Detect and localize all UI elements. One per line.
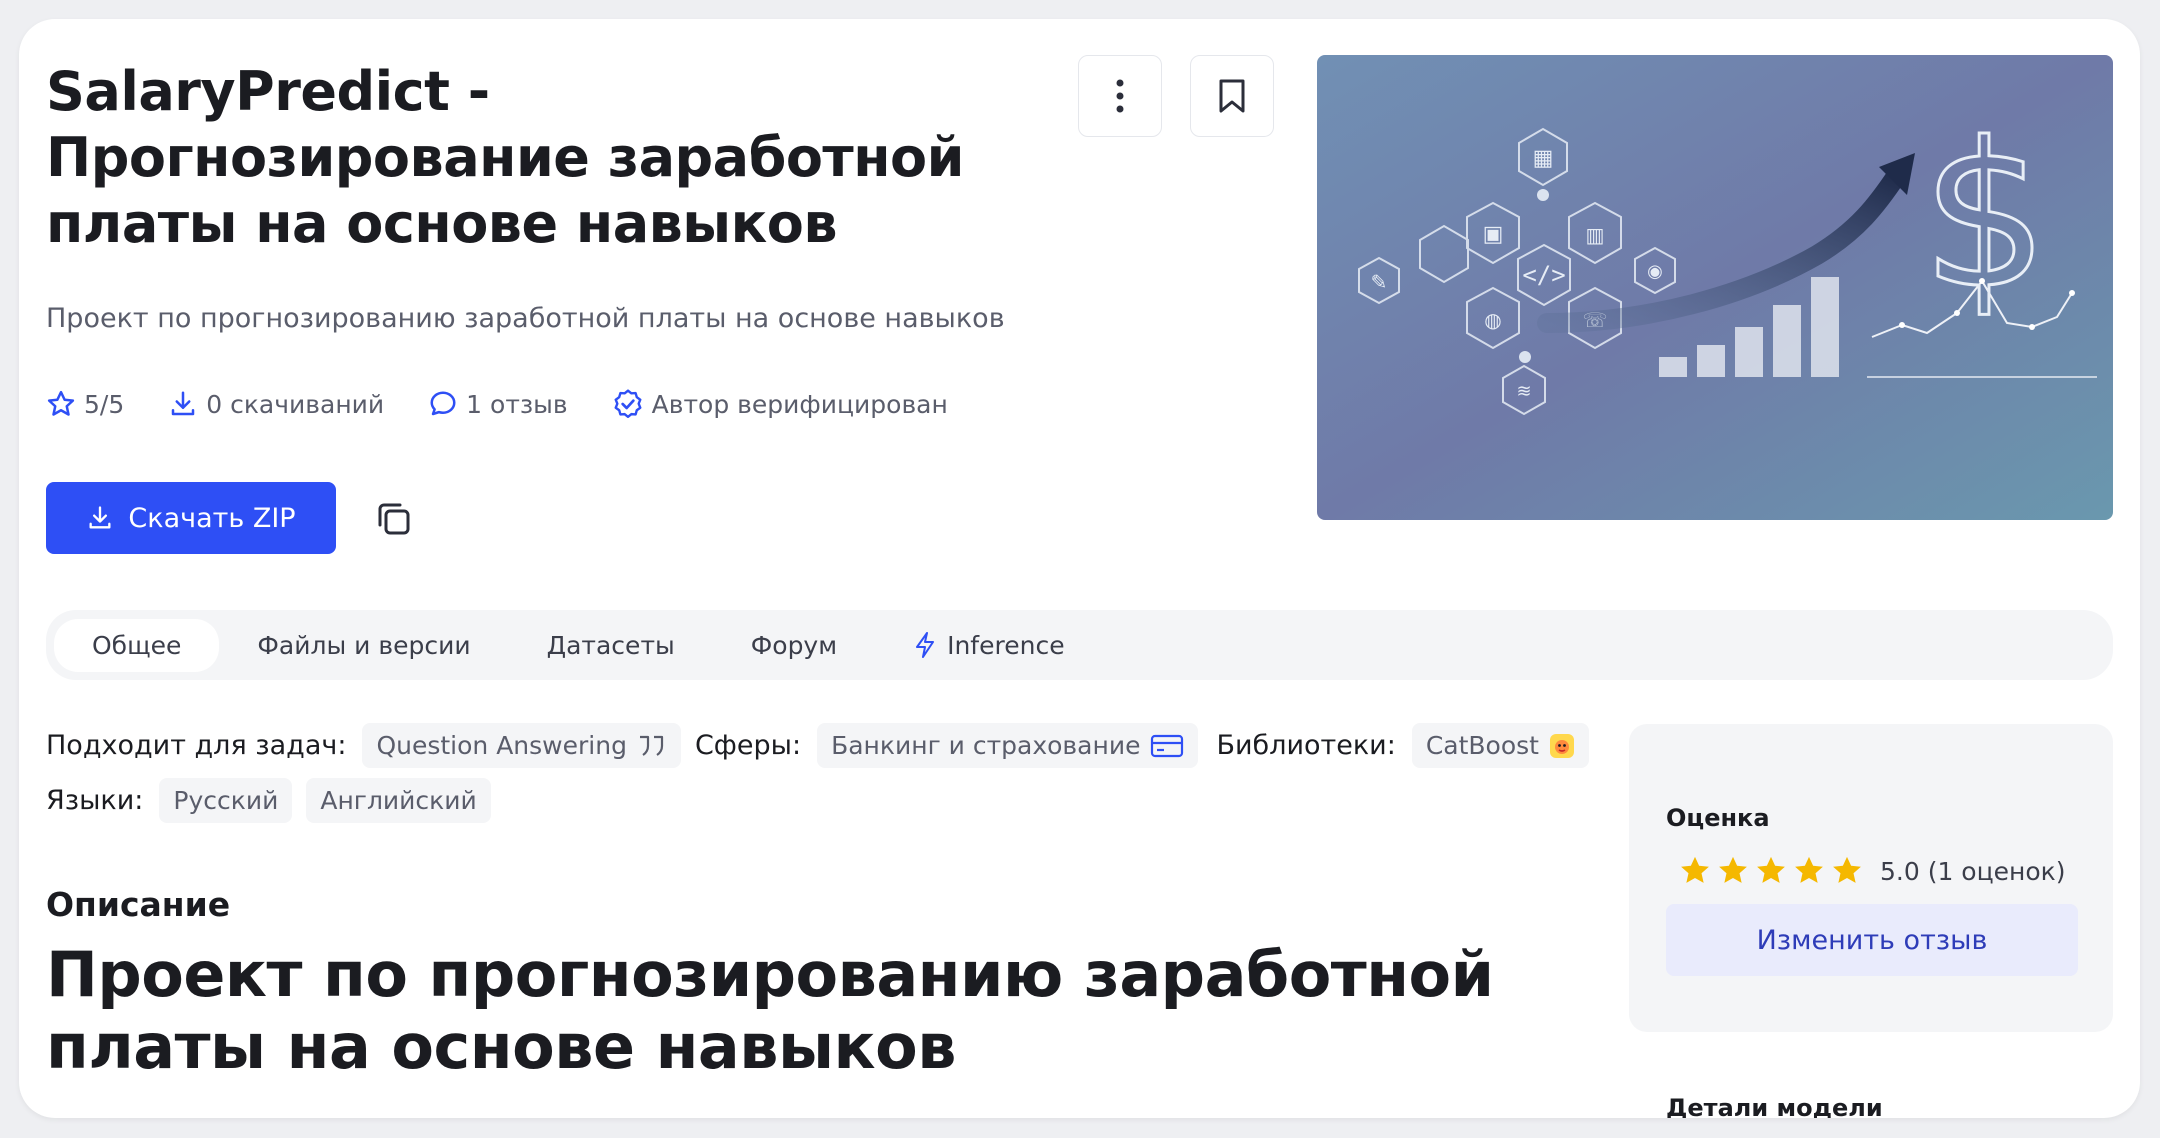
tab-bar: Общее Файлы и версии Датасеты Форум Infe… [46, 610, 2113, 680]
language-chip[interactable]: Английский [306, 778, 491, 823]
rating-panel-title: Оценка [1666, 804, 1770, 832]
model-card: SalaryPredict - Прогнозирование заработн… [19, 19, 2140, 1118]
page-subtitle: Проект по прогнозированию заработной пла… [46, 303, 1005, 334]
rating-panel: Оценка 5.0 (1 оценок) Изменить отзыв [1629, 724, 2113, 1032]
model-details-title: Детали модели [1666, 1094, 1883, 1118]
rating-score: 5.0 (1 оценок) [1880, 856, 2066, 886]
download-icon [171, 391, 195, 416]
star-icon[interactable] [1754, 854, 1788, 888]
svg-text:▥: ▥ [1586, 223, 1605, 247]
more-vertical-icon [1116, 79, 1124, 113]
quote-icon [639, 735, 664, 756]
tab-general[interactable]: Общее [54, 618, 220, 672]
library-chip[interactable]: CatBoost [1411, 723, 1589, 768]
tags-row-1: Подходит для задач: Question Answering С… [46, 723, 1603, 768]
tasks-label: Подходит для задач: [46, 730, 347, 761]
download-label: Скачать ZIP [128, 502, 296, 534]
downloads-count: 0 скачиваний [206, 389, 385, 419]
task-chip-label: Question Answering [376, 731, 627, 760]
catboost-logo-icon [1549, 733, 1574, 758]
tab-files-versions[interactable]: Файлы и версии [219, 619, 508, 672]
more-options-button[interactable] [1078, 55, 1162, 137]
credit-card-icon [1151, 734, 1184, 757]
star-icon[interactable] [1716, 854, 1750, 888]
bookmark-button[interactable] [1190, 55, 1274, 137]
tags-row-2: Языки: Русский Английский [46, 778, 505, 823]
download-zip-button[interactable]: Скачать ZIP [46, 482, 336, 554]
verified-stat: Автор верифицирован [612, 388, 948, 420]
svg-text:✎: ✎ [1371, 270, 1388, 294]
salary-growth-illustration: ▦ ▣ </> ▥ ✎ ◍ ☏ ◉ ≋ $ [1317, 55, 2113, 520]
svg-text:◉: ◉ [1647, 261, 1663, 282]
copy-icon[interactable] [374, 499, 414, 539]
star-outline-icon [47, 390, 75, 416]
page-title: SalaryPredict - Прогнозирование заработн… [46, 60, 964, 255]
lightning-icon [916, 632, 935, 658]
languages-label: Языки: [46, 785, 144, 816]
verified-badge-icon [614, 389, 642, 418]
svg-text:$: $ [1921, 100, 2048, 333]
star-icon[interactable] [1792, 854, 1826, 888]
spheres-label: Сферы: [694, 730, 802, 761]
libraries-label: Библиотеки: [1216, 730, 1396, 761]
tab-inference-label: Inference [947, 630, 1065, 660]
task-chip[interactable]: Question Answering [362, 723, 681, 768]
description-section-title: Описание [46, 885, 231, 924]
tab-forum[interactable]: Форум [713, 619, 875, 672]
download-icon [89, 506, 111, 529]
svg-text:▣: ▣ [1483, 222, 1504, 247]
svg-text:◍: ◍ [1484, 308, 1501, 332]
star-icon[interactable] [1678, 854, 1712, 888]
reviews-stat[interactable]: 1 отзыв [428, 389, 568, 419]
bookmark-icon [1219, 79, 1245, 113]
language-chip[interactable]: Русский [159, 778, 293, 823]
sphere-chip-label: Банкинг и страхование [831, 731, 1141, 760]
star-icon[interactable] [1830, 854, 1864, 888]
svg-text:▦: ▦ [1533, 146, 1554, 171]
comment-icon [430, 391, 456, 416]
rating-stars: 5.0 (1 оценок) [1678, 854, 2066, 888]
rating-value: 5/5 [84, 389, 125, 419]
description-heading: Проект по прогнозированию заработной пла… [46, 938, 1494, 1083]
hero-image: ▦ ▣ </> ▥ ✎ ◍ ☏ ◉ ≋ $ [1317, 55, 2113, 520]
verified-text: Автор верифицирован [651, 389, 948, 419]
downloads-stat: 0 скачиваний [168, 389, 384, 419]
edit-review-button[interactable]: Изменить отзыв [1666, 904, 2078, 976]
reviews-count: 1 отзыв [466, 389, 568, 419]
svg-text:≋: ≋ [1516, 381, 1531, 402]
tab-datasets[interactable]: Датасеты [509, 619, 713, 672]
svg-text:</>: </> [1522, 261, 1565, 289]
library-chip-label: CatBoost [1425, 731, 1539, 760]
tab-inference[interactable]: Inference [875, 619, 1102, 672]
rating-stat: 5/5 [46, 389, 124, 419]
stats-row: 5/5 0 скачиваний 1 отзыв Автор верифицир… [46, 388, 992, 420]
sphere-chip[interactable]: Банкинг и страхование [817, 723, 1199, 768]
